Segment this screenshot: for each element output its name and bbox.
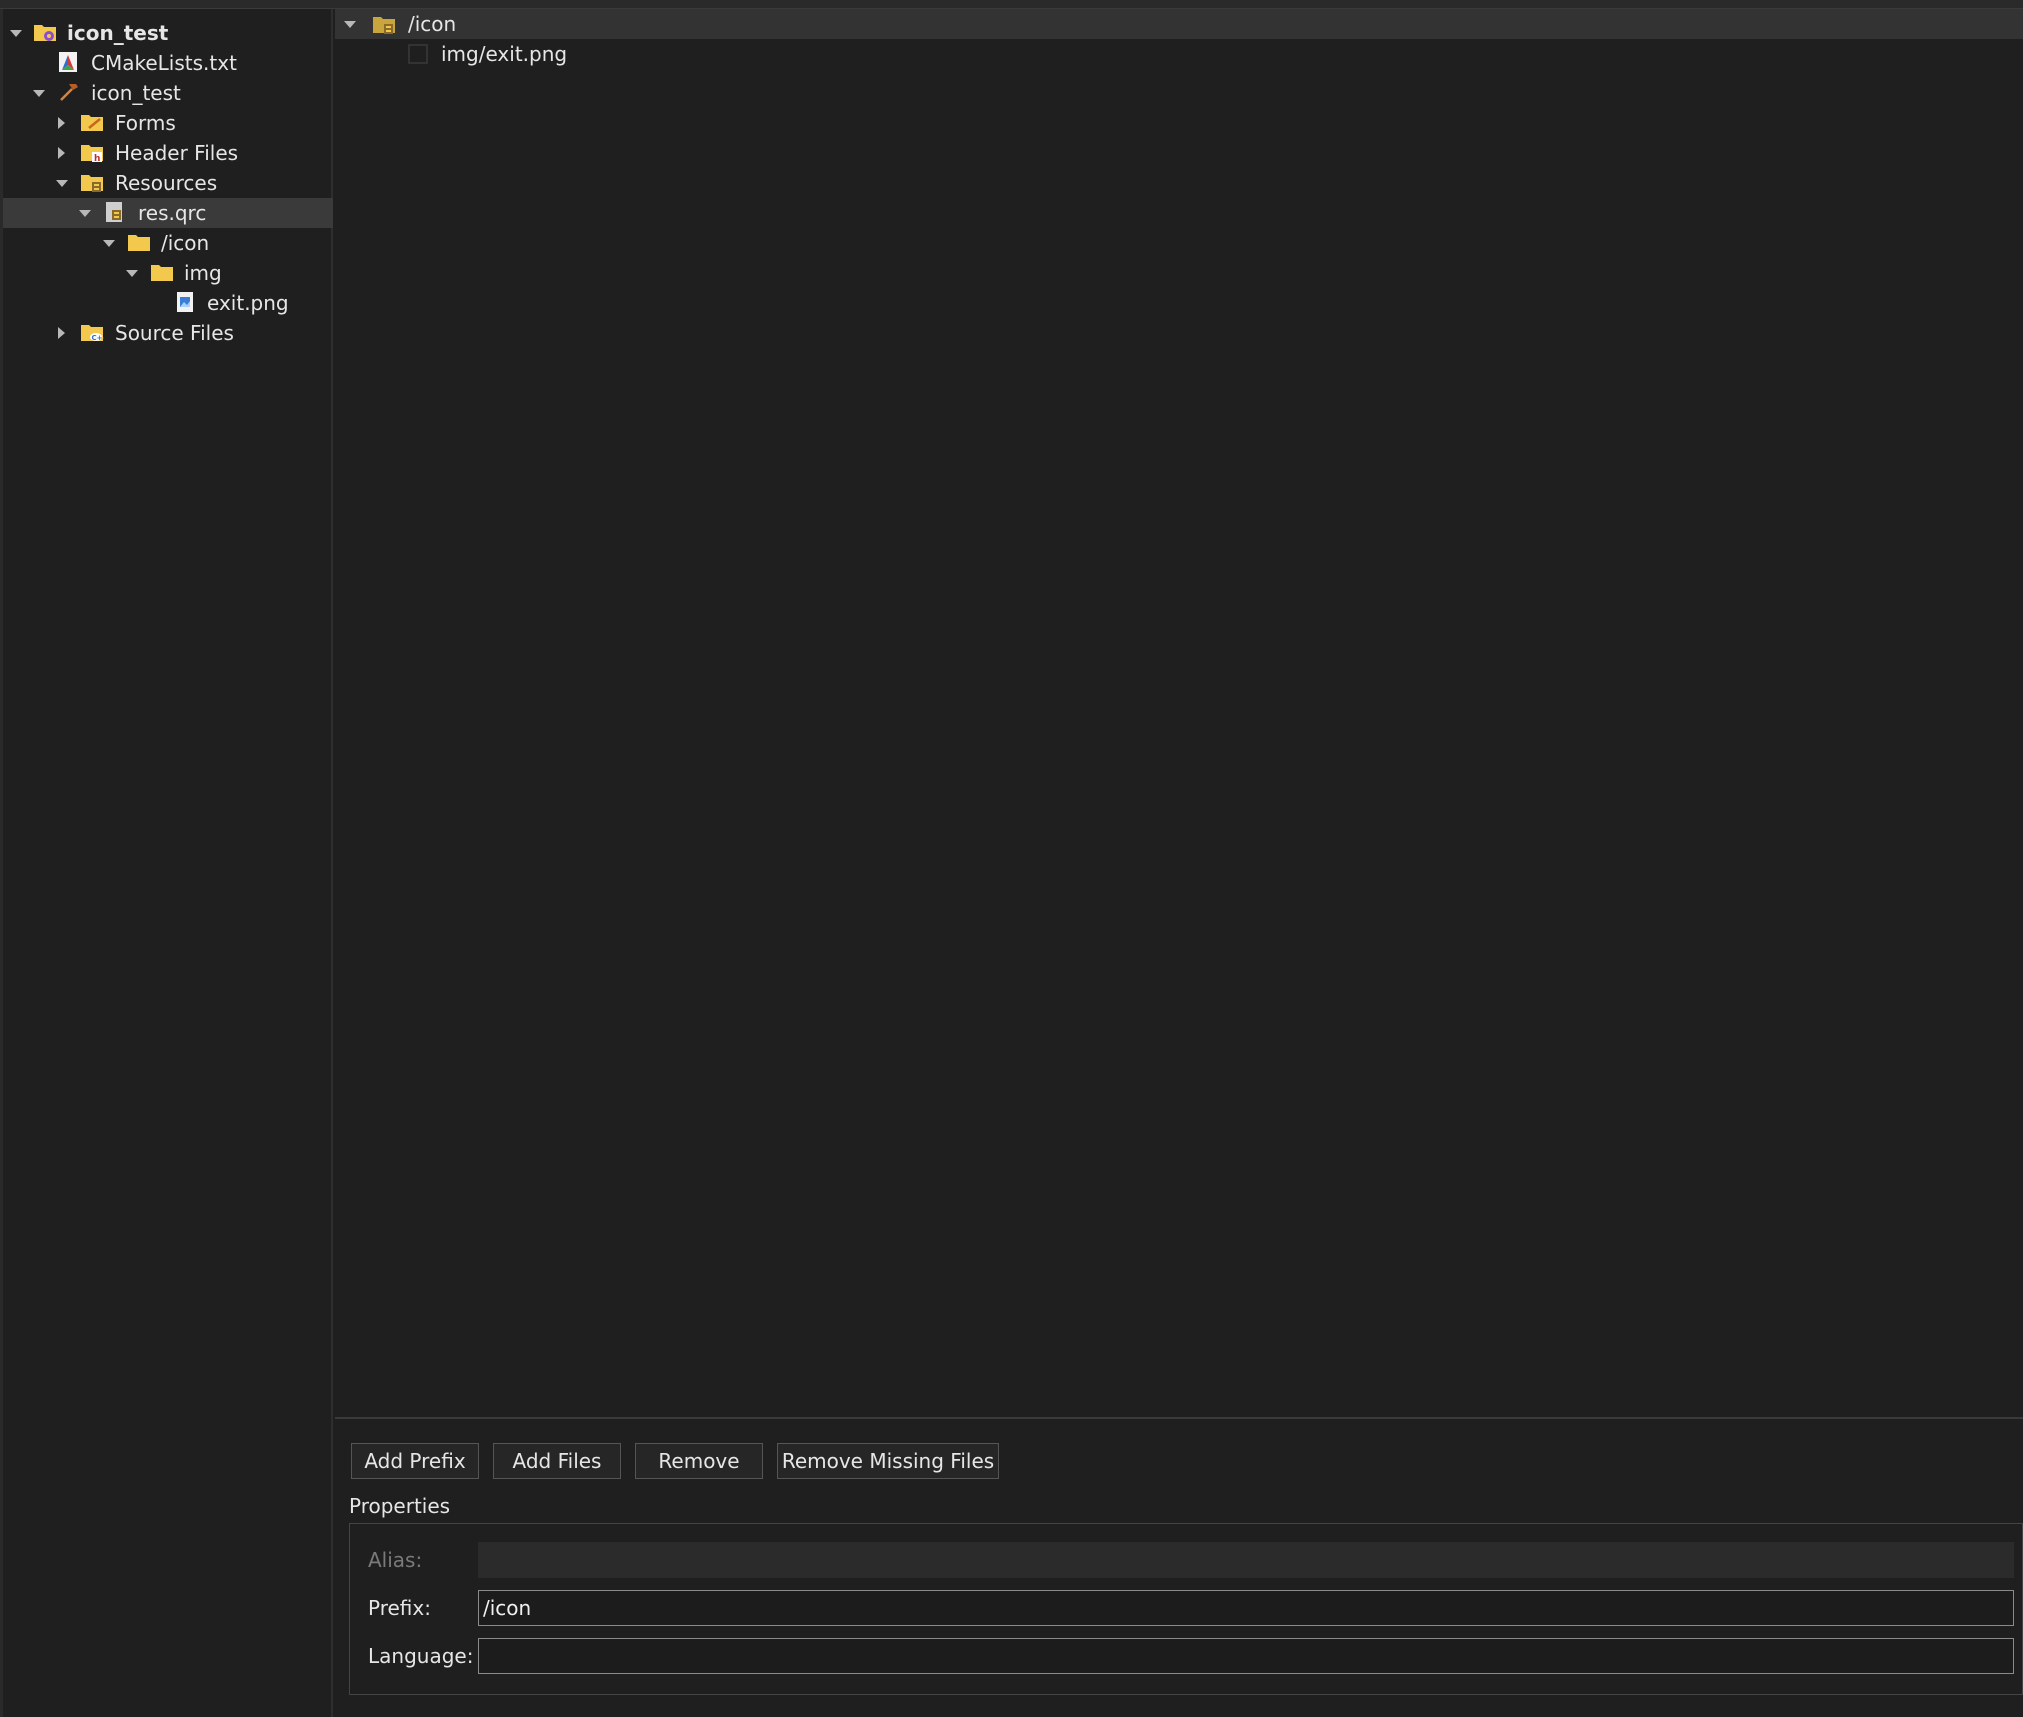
tree-item-label: icon_test xyxy=(91,81,181,105)
resource-editor: /icon img/exit.png Add Prefix Add Files … xyxy=(335,9,2023,1717)
alias-label: Alias: xyxy=(368,1548,423,1572)
add-prefix-button[interactable]: Add Prefix xyxy=(351,1443,479,1479)
expand-arrow-icon[interactable] xyxy=(33,90,45,97)
remove-button[interactable]: Remove xyxy=(635,1443,763,1479)
collapse-arrow-icon[interactable] xyxy=(58,147,65,159)
tree-item-cmakelists[interactable]: CMakeLists.txt xyxy=(3,48,333,78)
tree-item-resources[interactable]: Resources xyxy=(3,168,333,198)
project-folder-icon xyxy=(34,25,56,41)
collapse-arrow-icon[interactable] xyxy=(58,327,65,339)
source-folder-icon: C++ xyxy=(81,325,105,342)
resource-file-label: img/exit.png xyxy=(441,42,568,66)
project-tree[interactable]: icon_test CMakeLists.txt icon_test Forms… xyxy=(0,9,333,1717)
alias-field xyxy=(478,1542,2014,1578)
tree-item-forms[interactable]: Forms xyxy=(3,108,333,138)
add-files-button[interactable]: Add Files xyxy=(493,1443,621,1479)
resources-folder-icon xyxy=(81,175,103,192)
qrc-file-icon xyxy=(106,202,122,222)
tree-item-label: res.qrc xyxy=(138,201,207,225)
prefix-label: Prefix: xyxy=(368,1596,431,1620)
tree-item-exit-png[interactable]: exit.png xyxy=(3,288,333,318)
tree-item-prefix-icon[interactable]: /icon xyxy=(3,228,333,258)
resources-folder-icon xyxy=(373,17,395,34)
hammer-icon xyxy=(60,84,78,101)
resource-editor-controls: Add Prefix Add Files Remove Remove Missi… xyxy=(335,1417,2023,1717)
tree-item-label: Header Files xyxy=(115,141,239,165)
tree-item-res-qrc[interactable]: res.qrc xyxy=(3,198,333,228)
expand-arrow-icon[interactable] xyxy=(10,30,22,37)
expand-arrow-icon[interactable] xyxy=(344,21,356,28)
forms-folder-icon xyxy=(81,115,103,131)
remove-missing-files-button[interactable]: Remove Missing Files xyxy=(777,1443,999,1479)
properties-group: Alias: Prefix: /icon Language: xyxy=(349,1523,2023,1695)
expand-arrow-icon[interactable] xyxy=(79,210,91,217)
language-label: Language: xyxy=(368,1644,474,1668)
expand-arrow-icon[interactable] xyxy=(103,240,115,247)
expand-arrow-icon[interactable] xyxy=(126,270,138,277)
top-tab-strip xyxy=(0,0,2023,9)
svg-text:h: h xyxy=(94,154,100,163)
cmake-file-icon xyxy=(59,52,77,72)
image-file-icon xyxy=(177,292,193,312)
tree-item-label: Forms xyxy=(115,111,176,135)
expand-arrow-icon[interactable] xyxy=(56,180,68,187)
properties-heading: Properties xyxy=(349,1494,451,1518)
language-field[interactable] xyxy=(478,1638,2014,1674)
tree-item-source-files[interactable]: C++ Source Files xyxy=(3,318,333,348)
folder-icon xyxy=(128,235,150,251)
empty-image-icon xyxy=(408,44,428,64)
tree-item-label: Source Files xyxy=(115,321,234,345)
tree-item-label: img xyxy=(184,261,222,285)
tree-item-label: exit.png xyxy=(207,291,289,315)
tree-item-project-root[interactable]: icon_test xyxy=(3,18,333,48)
header-folder-icon: h xyxy=(81,145,103,163)
resource-file-row[interactable]: img/exit.png xyxy=(335,39,2023,69)
tree-item-label: CMakeLists.txt xyxy=(91,51,237,75)
folder-icon xyxy=(151,265,173,281)
tree-item-img-folder[interactable]: img xyxy=(3,258,333,288)
resource-tree-prefix-row[interactable]: /icon xyxy=(335,9,2023,39)
tree-item-label: icon_test xyxy=(67,21,169,45)
resource-prefix-label: /icon xyxy=(408,12,457,36)
prefix-field[interactable]: /icon xyxy=(478,1590,2014,1626)
svg-text:C++: C++ xyxy=(92,334,105,342)
tree-item-target[interactable]: icon_test xyxy=(3,78,333,108)
tree-item-label: Resources xyxy=(115,171,218,195)
collapse-arrow-icon[interactable] xyxy=(58,117,65,129)
tree-item-label: /icon xyxy=(161,231,210,255)
tree-item-header-files[interactable]: h Header Files xyxy=(3,138,333,168)
qt-creator-resource-editor: icon_test CMakeLists.txt icon_test Forms… xyxy=(0,0,2023,1717)
